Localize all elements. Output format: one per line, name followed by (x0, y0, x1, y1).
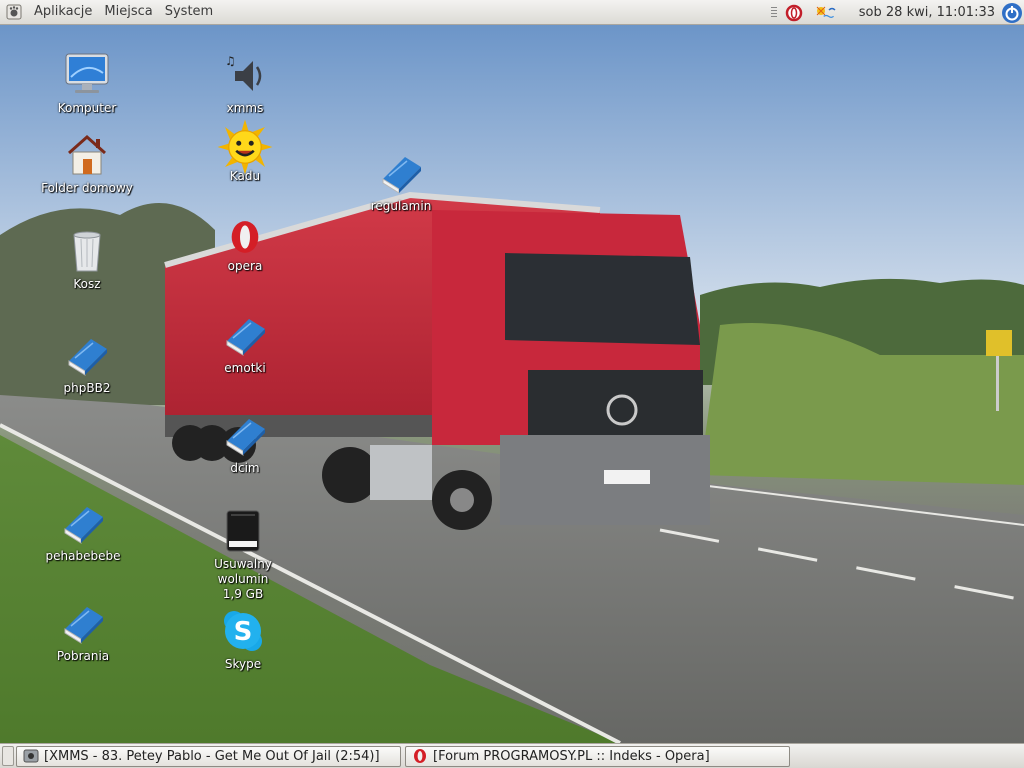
opera-icon (231, 221, 259, 253)
desktop[interactable]: Komputer Folder domowy Kosz phpBB2 pehab… (0, 25, 1024, 743)
desktop-icon-skype[interactable]: S Skype (188, 607, 298, 672)
desktop-icon-label: xmms (226, 101, 264, 115)
book-icon (64, 607, 103, 644)
bottom-panel: [XMMS - 83. Petey Pablo - Get Me Out Of … (0, 743, 1024, 768)
opera-icon (414, 749, 426, 763)
menu-system[interactable]: System (159, 1, 219, 23)
book-icon (226, 419, 265, 456)
svg-text:♫: ♫ (225, 54, 236, 68)
desktop-icon-label: Skype (224, 657, 262, 671)
desktop-icon-komputer[interactable]: Komputer (32, 51, 142, 116)
desktop-icon-label: Folder domowy (41, 181, 133, 195)
computer-icon (65, 53, 109, 93)
desktop-icon-label: Pobrania (56, 649, 110, 663)
book-icon (64, 507, 103, 544)
xmms-icon (23, 749, 39, 763)
power-icon[interactable] (1001, 2, 1023, 24)
desktop-icon-label: opera (227, 259, 263, 273)
desktop-icon-xmms[interactable]: ♫ xmms (190, 51, 300, 116)
menu-miejsca[interactable]: Miejsca (98, 1, 158, 23)
desktop-icon-usuwalny-wolumin[interactable]: Usuwalny wolumin 1,9 GB (188, 507, 298, 602)
desktop-icon-kosz[interactable]: Kosz (32, 227, 142, 292)
opera-mail-icon[interactable] (785, 4, 803, 22)
book-icon (226, 319, 265, 356)
desktop-icon-label: emotki (224, 361, 266, 375)
network-weather-icon[interactable] (807, 4, 841, 22)
gnome-foot-icon[interactable] (6, 4, 22, 20)
desktop-icon-pobrania[interactable]: Pobrania (28, 599, 138, 664)
desktop-icon-label: regulamin (370, 199, 432, 213)
book-icon (68, 339, 107, 376)
desktop-icon-emotki[interactable]: emotki (190, 311, 300, 376)
taskbar-item-title: [Forum PROGRAMOSY.PL :: Indeks - Opera] (433, 748, 710, 764)
taskbar-item-xmms[interactable]: [XMMS - 83. Petey Pablo - Get Me Out Of … (16, 745, 401, 767)
home-folder-icon (68, 134, 106, 175)
desktop-icon-label: pehabebebe (45, 549, 121, 563)
taskbar-item-title: [XMMS - 83. Petey Pablo - Get Me Out Of … (44, 748, 380, 764)
clock[interactable]: sob 28 kwi, 11:01:33 (859, 5, 995, 20)
svg-text:S: S (234, 617, 253, 647)
desktop-icon-pehabebebe[interactable]: pehabebebe (28, 499, 138, 564)
top-panel: Aplikacje Miejsca System sob 28 kwi, 11:… (0, 0, 1024, 25)
menu-aplikacje[interactable]: Aplikacje (28, 1, 98, 23)
tray-handle[interactable] (770, 6, 777, 19)
sun-icon (217, 119, 273, 175)
desktop-icon-opera[interactable]: opera (190, 217, 300, 274)
desktop-icon-folder-domowy[interactable]: Folder domowy (32, 131, 142, 196)
desktop-icon-label: Kosz (73, 277, 101, 291)
taskbar-item-opera[interactable]: [Forum PROGRAMOSY.PL :: Indeks - Opera] (405, 745, 790, 767)
system-tray: sob 28 kwi, 11:01:33 (770, 0, 1024, 25)
desktop-icon-sublabel: 1,9 GB (222, 587, 264, 601)
book-icon (382, 157, 421, 194)
speaker-icon: ♫ (225, 54, 262, 91)
desktop-icon-kadu[interactable]: Kadu (190, 117, 300, 184)
skype-icon: S (224, 611, 262, 651)
show-desktop-button[interactable] (2, 746, 14, 766)
desktop-icon-label: Komputer (57, 101, 117, 115)
desktop-icon-label: dcim (230, 461, 260, 475)
desktop-icon-label: Usuwalny wolumin (214, 557, 272, 586)
trash-icon (73, 231, 101, 272)
removable-drive-icon (226, 510, 260, 552)
desktop-icon-regulamin[interactable]: regulamin (346, 149, 456, 214)
desktop-icon-label: Kadu (229, 169, 261, 183)
desktop-icon-dcim[interactable]: dcim (190, 411, 300, 476)
desktop-icon-phpbb2[interactable]: phpBB2 (32, 331, 142, 396)
desktop-icon-label: phpBB2 (63, 381, 111, 395)
wallpaper-truck-photo (0, 25, 1024, 743)
